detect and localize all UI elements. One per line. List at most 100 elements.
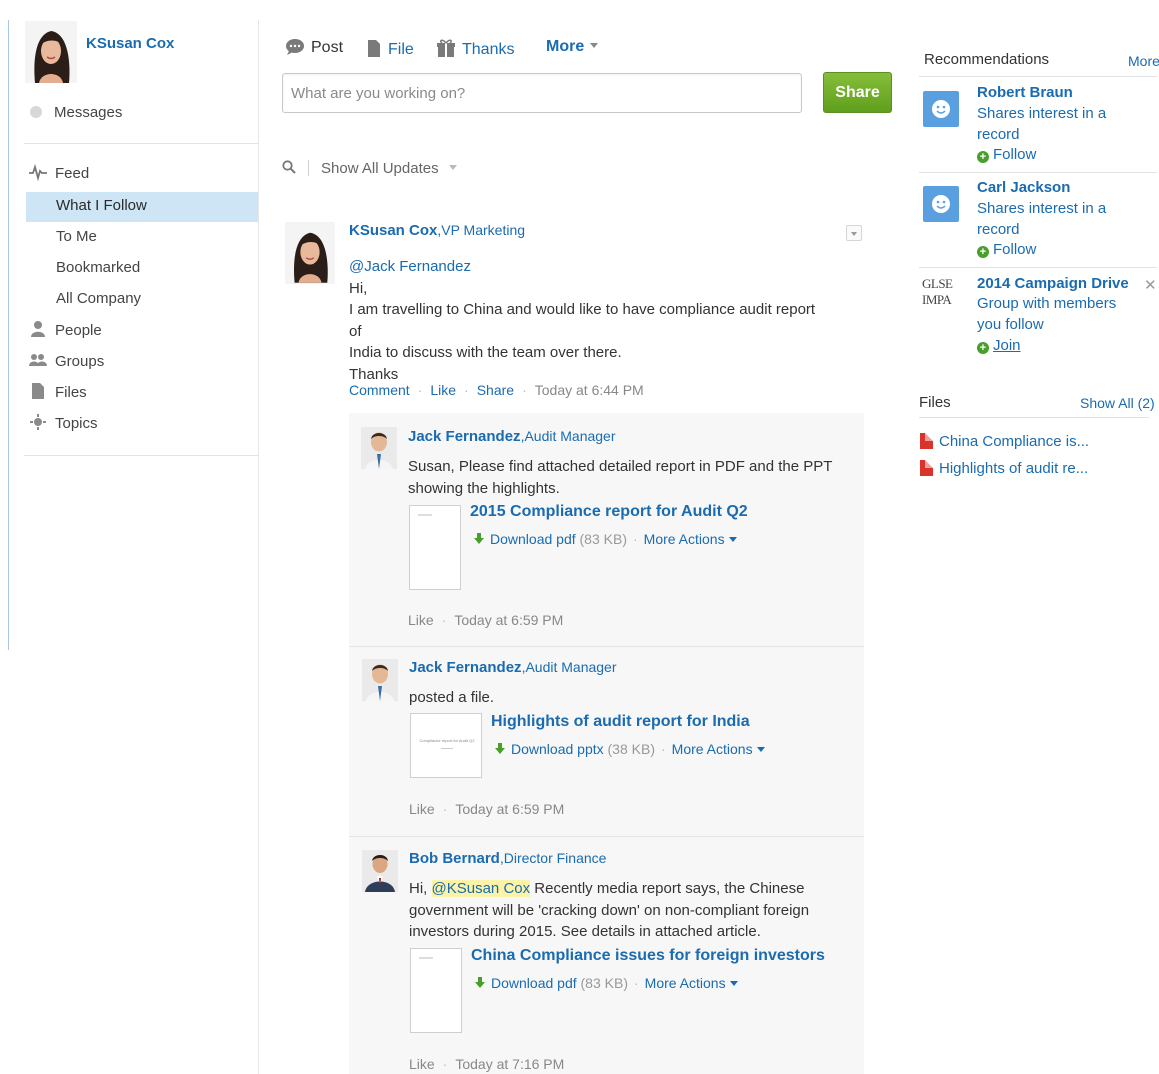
- post-mention[interactable]: @Jack Fernandez: [349, 256, 829, 278]
- sidebar-item-feed[interactable]: Feed: [28, 160, 258, 190]
- sidebar-separator: [24, 143, 258, 144]
- sidebar-item-label: All Company: [56, 290, 142, 307]
- messages-link[interactable]: Messages: [30, 104, 122, 121]
- tab-post[interactable]: Post: [285, 38, 343, 57]
- tab-file[interactable]: File: [366, 38, 414, 59]
- comment-like-link[interactable]: Like: [409, 801, 435, 817]
- commenter-avatar[interactable]: [362, 659, 398, 701]
- post-menu-button[interactable]: [846, 225, 862, 241]
- commenter-avatar[interactable]: [362, 850, 398, 892]
- comment-link[interactable]: Comment: [349, 382, 410, 398]
- file-thumbnail[interactable]: [409, 505, 461, 590]
- feed-filter: Show All Updates: [282, 160, 457, 177]
- user-avatar[interactable]: [25, 21, 77, 83]
- file-icon: [32, 383, 44, 399]
- file-thumbnail[interactable]: Compliance report for Audit Q2: [410, 713, 482, 778]
- pptx-file-icon: [920, 460, 933, 476]
- filter-dropdown[interactable]: All Updates: [362, 160, 457, 177]
- file-title-link[interactable]: Highlights of audit report for India: [491, 713, 750, 731]
- sidebar-item-what-i-follow[interactable]: What I Follow: [26, 192, 258, 222]
- sidebar-item-all-company[interactable]: All Company: [26, 285, 258, 315]
- robert-braun-avatar[interactable]: [923, 91, 959, 127]
- recommendations-separator: [919, 172, 1157, 173]
- file-size: (38 KB): [607, 741, 655, 757]
- join-label: Join: [993, 337, 1021, 354]
- like-link[interactable]: Like: [430, 382, 456, 398]
- file-actions: Download pptx (38 KB) · More Actions: [495, 741, 765, 757]
- download-link[interactable]: Download pdf: [491, 975, 577, 991]
- file-title-link[interactable]: 2015 Compliance report for Audit Q2: [470, 503, 748, 521]
- post-author-avatar[interactable]: [285, 222, 335, 284]
- follow-label: Follow: [993, 241, 1037, 258]
- file-list-item[interactable]: China Compliance is...: [920, 433, 1089, 450]
- comment-separator: [349, 836, 864, 837]
- sidebar-item-topics[interactable]: Topics: [28, 410, 258, 440]
- comment-line: Hi, @KSusan Cox Recently media report sa…: [409, 878, 849, 900]
- join-button[interactable]: + Join: [977, 337, 1021, 354]
- comment-like-link[interactable]: Like: [409, 1056, 435, 1072]
- close-icon[interactable]: ✕: [1144, 276, 1157, 294]
- file-thumbnail[interactable]: [410, 948, 462, 1033]
- campaign-group-logo[interactable]: GLSE IMPA: [922, 276, 962, 312]
- sidebar-item-label: Files: [55, 384, 87, 401]
- gift-icon: [437, 39, 455, 57]
- rec-description: Shares interest in a record: [977, 200, 1107, 238]
- download-icon: [474, 533, 484, 544]
- file-thumbnail-caption: Compliance report for Audit Q2: [419, 738, 475, 743]
- filter-separator: [308, 160, 309, 176]
- recommendations-more-link[interactable]: More: [1128, 53, 1159, 69]
- search-icon[interactable]: [282, 160, 296, 174]
- file-actions: Download pdf (83 KB) · More Actions: [474, 531, 737, 547]
- download-icon: [475, 977, 485, 988]
- share-link[interactable]: Share: [477, 382, 514, 398]
- mention-link[interactable]: @KSusan Cox: [431, 880, 531, 897]
- rec-name-link[interactable]: Carl Jackson: [977, 179, 1070, 196]
- comment-author-link[interactable]: Jack Fernandez: [409, 659, 522, 676]
- plus-icon: +: [977, 342, 989, 354]
- comment-author-link[interactable]: Jack Fernandez: [408, 428, 521, 445]
- commenter-avatar[interactable]: [361, 427, 397, 469]
- tab-thanks[interactable]: Thanks: [436, 38, 514, 59]
- comment-author-title: ,Audit Manager: [520, 428, 616, 444]
- share-button[interactable]: Share: [823, 72, 892, 113]
- comment-header: Jack Fernandez,Audit Manager: [409, 659, 617, 676]
- rec-name-link[interactable]: Robert Braun: [977, 84, 1073, 101]
- rec-name-link[interactable]: 2014 Campaign Drive: [977, 275, 1129, 292]
- post-author-link[interactable]: KSusan Cox: [349, 222, 437, 239]
- comment-timestamp: Today at 6:59 PM: [455, 801, 565, 817]
- post-timestamp[interactable]: Today at 6:44 PM: [535, 382, 644, 398]
- download-link[interactable]: Download pptx: [511, 741, 604, 757]
- sidebar-item-groups[interactable]: Groups: [28, 348, 258, 378]
- recommendations-heading: Recommendations: [924, 51, 1050, 68]
- comment-like-link[interactable]: Like: [408, 612, 434, 628]
- tab-more-label: More: [546, 38, 585, 55]
- sidebar-item-bookmarked[interactable]: Bookmarked: [26, 254, 258, 284]
- sidebar-edge: [8, 20, 9, 650]
- more-actions-link[interactable]: More Actions: [645, 975, 726, 991]
- tab-post-label: Post: [311, 39, 344, 56]
- publisher-input[interactable]: [282, 73, 802, 113]
- comment-meta: Like · Today at 6:59 PM: [409, 801, 565, 817]
- file-title-link[interactable]: China Compliance issues for foreign inve…: [471, 947, 825, 965]
- sidebar-item-to-me[interactable]: To Me: [26, 223, 258, 253]
- more-actions-link[interactable]: More Actions: [672, 741, 753, 757]
- logo-text-line: IMPA: [922, 292, 952, 307]
- sidebar-item-files[interactable]: Files: [28, 379, 258, 409]
- sidebar-item-people[interactable]: People: [28, 317, 258, 347]
- sidebar-item-label: People: [55, 322, 102, 339]
- tab-thanks-label: Thanks: [462, 41, 515, 58]
- files-show-all-link[interactable]: Show All (2): [1080, 395, 1155, 411]
- carl-jackson-avatar[interactable]: [923, 186, 959, 222]
- download-link[interactable]: Download pdf: [490, 531, 576, 547]
- follow-button[interactable]: + Follow: [977, 241, 1036, 258]
- comment-author-link[interactable]: Bob Bernard: [409, 850, 500, 867]
- user-name-link[interactable]: KSusan Cox: [86, 35, 174, 52]
- chevron-down-icon: [590, 43, 599, 48]
- follow-button[interactable]: + Follow: [977, 146, 1036, 163]
- file-list-item[interactable]: Highlights of audit re...: [920, 460, 1088, 477]
- smiley-icon: [932, 100, 950, 118]
- tab-more[interactable]: More: [546, 38, 599, 56]
- file-icon: [368, 40, 380, 57]
- more-actions-link[interactable]: More Actions: [644, 531, 725, 547]
- tab-file-label: File: [388, 41, 414, 58]
